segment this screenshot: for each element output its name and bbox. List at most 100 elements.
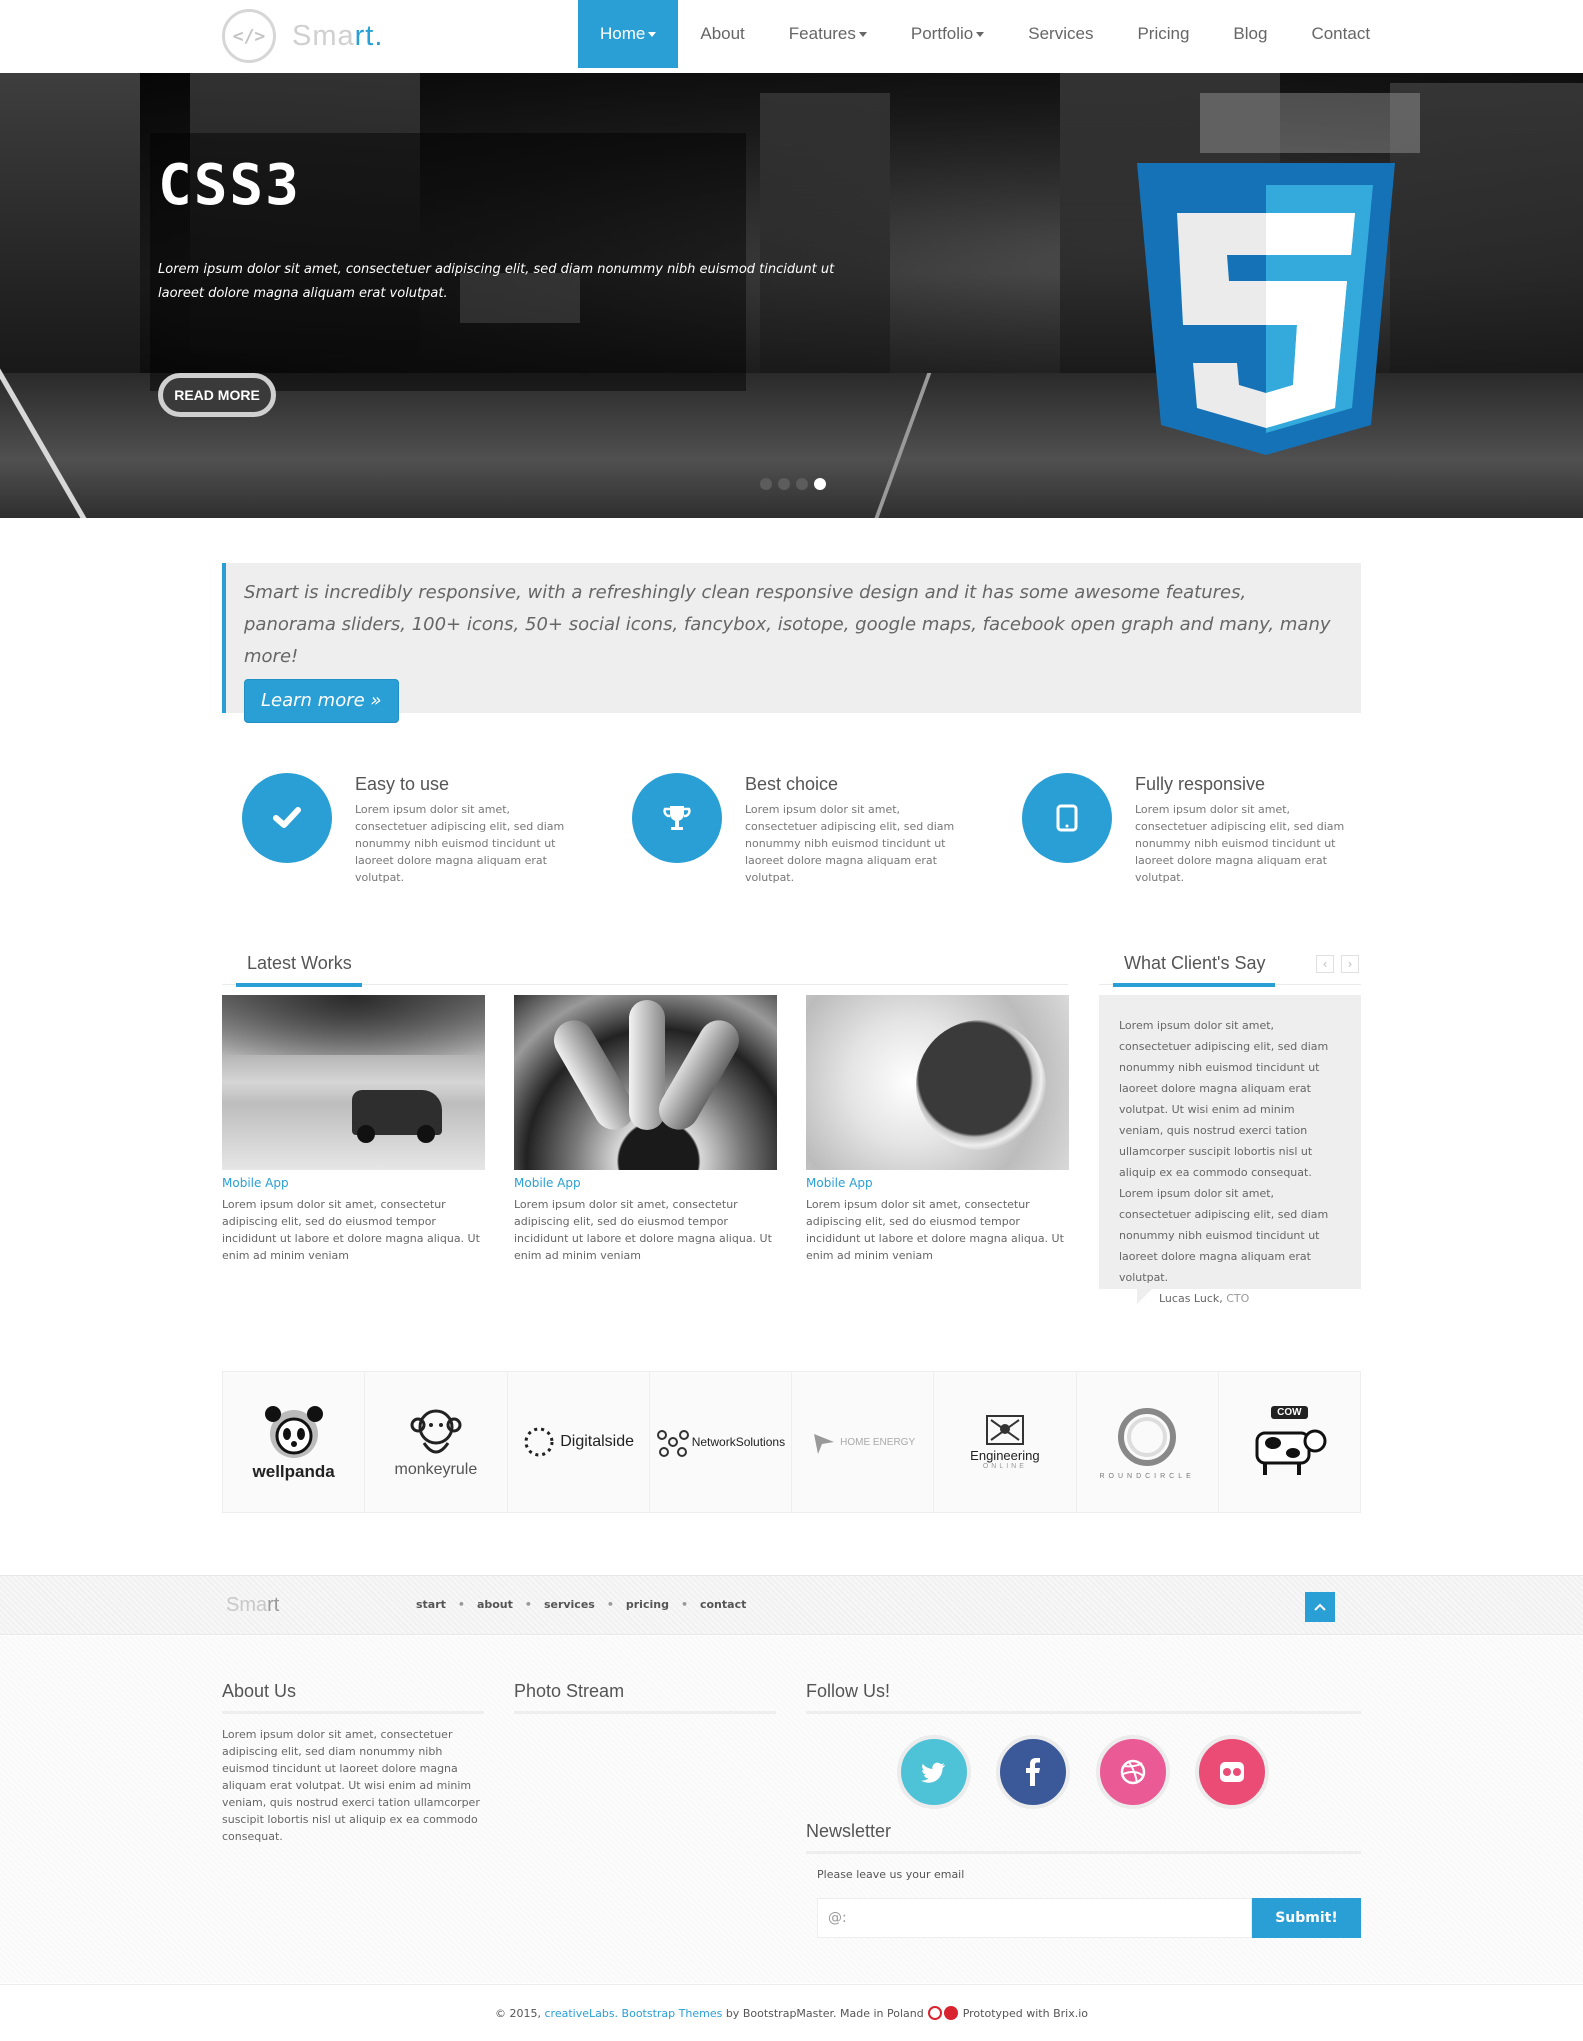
work-category-link[interactable]: Mobile App <box>806 1176 1069 1190</box>
copyright-bar: © 2015, creativeLabs. Bootstrap Themes b… <box>0 1984 1583 2041</box>
work-thumbnail[interactable] <box>514 995 777 1170</box>
newsletter-email-input[interactable]: @: <box>817 1898 1252 1938</box>
slider-dot[interactable] <box>778 478 790 490</box>
dotted-circle-icon <box>524 1427 554 1457</box>
footer-newsletter-title: Newsletter <box>806 1821 1361 1854</box>
testimonial-tail <box>1137 1288 1153 1304</box>
ring-icon <box>1118 1407 1177 1466</box>
footer-logo[interactable]: Smart <box>226 1594 279 1617</box>
chevron-up-icon <box>1314 1603 1326 1611</box>
footer-link-services[interactable]: services <box>544 1598 595 1611</box>
dribbble-icon <box>1120 1759 1146 1785</box>
dribbble-button[interactable] <box>1096 1735 1170 1809</box>
client-logo-monkeyrule[interactable]: monkeyrule <box>365 1372 508 1512</box>
nav-item-contact[interactable]: Contact <box>1289 0 1392 68</box>
feature-title: Best choice <box>745 774 839 794</box>
bullet-separator: • <box>680 1598 688 1611</box>
main-nav: Home About Features Portfolio Services P… <box>578 0 1392 68</box>
footer-link-about[interactable]: about <box>477 1598 513 1611</box>
newsletter-label: Please leave us your email <box>817 1868 965 1881</box>
work-desc: Lorem ipsum dolor sit amet, consectetur … <box>806 1198 1064 1262</box>
testimonial-next-button[interactable]: › <box>1341 955 1359 973</box>
work-thumbnail[interactable] <box>222 995 485 1170</box>
work-category-link[interactable]: Mobile App <box>222 1176 485 1190</box>
slider-dot[interactable] <box>796 478 808 490</box>
back-to-top-button[interactable] <box>1305 1592 1335 1622</box>
nav-item-about[interactable]: About <box>678 0 766 68</box>
work-item[interactable]: Mobile App Lorem ipsum dolor sit amet, c… <box>514 995 777 1264</box>
facebook-button[interactable] <box>996 1735 1070 1809</box>
newsletter-submit-button[interactable]: Submit! <box>1252 1898 1361 1938</box>
network-icon <box>656 1430 689 1457</box>
read-more-button[interactable]: READ MORE <box>158 373 276 417</box>
car-wheel <box>357 1125 375 1143</box>
caret-down-icon <box>976 31 985 37</box>
work-category-link[interactable]: Mobile App <box>514 1176 777 1190</box>
logo-text-dot: . <box>374 19 384 52</box>
logo[interactable]: </> Smart. <box>222 8 383 64</box>
nav-label: Portfolio <box>910 24 974 43</box>
hero-bg-building <box>0 73 140 403</box>
feature-desc: Lorem ipsum dolor sit amet, consectetuer… <box>745 803 955 884</box>
client-logo-digitalside[interactable]: Digitalside <box>508 1372 650 1512</box>
flickr-button[interactable] <box>1195 1735 1269 1809</box>
twitter-button[interactable] <box>897 1735 971 1809</box>
bootstrap-themes-link[interactable]: Bootstrap Themes <box>622 2007 723 2020</box>
client-name: HOME ENERGY <box>840 1436 916 1448</box>
copyright-suffix[interactable]: Prototyped with Brix.io <box>963 2007 1088 2020</box>
site-header: </> Smart. Home About Features Portfolio… <box>0 0 1583 73</box>
work-item[interactable]: Mobile App Lorem ipsum dolor sit amet, c… <box>806 995 1069 1264</box>
footer-link-contact[interactable]: contact <box>700 1598 746 1611</box>
client-logo-networksolutions[interactable]: NetworkSolutions <box>650 1372 792 1512</box>
logo-text-accent: rt <box>354 19 375 52</box>
intro-callout: Smart is incredibly responsive, with a r… <box>222 563 1361 723</box>
nav-item-home[interactable]: Home <box>578 0 679 68</box>
slider-dot[interactable] <box>760 478 772 490</box>
work-desc: Lorem ipsum dolor sit amet, consectetur … <box>514 1198 772 1262</box>
twitter-icon <box>921 1762 945 1783</box>
nav-label: Contact <box>1311 24 1371 43</box>
creativelabs-link[interactable]: creativeLabs. <box>544 2007 618 2020</box>
copyright-middle: by BootstrapMaster. Made in Poland <box>725 2006 924 2020</box>
client-logo-wellpanda[interactable]: wellpanda <box>223 1372 366 1512</box>
hero-bg-building <box>760 93 890 393</box>
nav-label: Pricing <box>1137 24 1190 43</box>
client-name: wellpanda <box>252 1462 335 1481</box>
client-logo-roundcircle[interactable]: ROUNDCIRCLE <box>1077 1372 1219 1512</box>
flickr-icon <box>1220 1762 1244 1782</box>
client-logo-home-energy[interactable]: HOME ENERGY <box>792 1372 935 1512</box>
footer: About Us Lorem ipsum dolor sit amet, con… <box>0 1636 1583 1983</box>
footer-link-pricing[interactable]: pricing <box>626 1598 669 1611</box>
cow-icon <box>1255 1429 1327 1475</box>
client-name: Engineering <box>970 1448 1040 1463</box>
client-logo-engineering[interactable]: Engineering ONLINE <box>934 1372 1077 1512</box>
css3-shield-icon <box>1137 163 1395 455</box>
sky-shade <box>222 995 485 1055</box>
feature-title: Easy to use <box>355 774 450 794</box>
nav-item-features[interactable]: Features <box>767 0 889 68</box>
nav-item-pricing[interactable]: Pricing <box>1115 0 1211 68</box>
client-logo-cow[interactable]: COW <box>1219 1372 1360 1512</box>
trophy-icon <box>632 773 722 863</box>
work-thumbnail[interactable] <box>806 995 1069 1170</box>
check-icon <box>242 773 332 863</box>
slider-pagination <box>760 478 826 490</box>
learn-more-button[interactable]: Learn more » <box>244 679 399 723</box>
footer-photo-stream-title: Photo Stream <box>514 1681 776 1714</box>
slider-dot-active[interactable] <box>814 478 826 490</box>
section-title: Latest Works <box>247 953 352 973</box>
client-name: ROUNDCIRCLE <box>1099 1472 1195 1480</box>
client-name: monkeyrule <box>394 1461 478 1478</box>
feature-desc: Lorem ipsum dolor sit amet, consectetuer… <box>355 803 565 884</box>
petal-shape <box>651 1013 747 1137</box>
nav-item-portfolio[interactable]: Portfolio <box>889 0 1006 68</box>
nav-item-blog[interactable]: Blog <box>1211 0 1289 68</box>
testimonial-prev-button[interactable]: ‹ <box>1316 955 1334 973</box>
hero-text: Lorem ipsum dolor sit amet, consectetuer… <box>158 262 835 301</box>
poland-flag-icon <box>944 2006 959 2020</box>
client-name: Digitalside <box>560 1433 635 1450</box>
work-item[interactable]: Mobile App Lorem ipsum dolor sit amet, c… <box>222 995 485 1264</box>
tablet-icon <box>1022 773 1112 863</box>
footer-link-start[interactable]: start <box>416 1598 446 1611</box>
nav-item-services[interactable]: Services <box>1006 0 1115 68</box>
